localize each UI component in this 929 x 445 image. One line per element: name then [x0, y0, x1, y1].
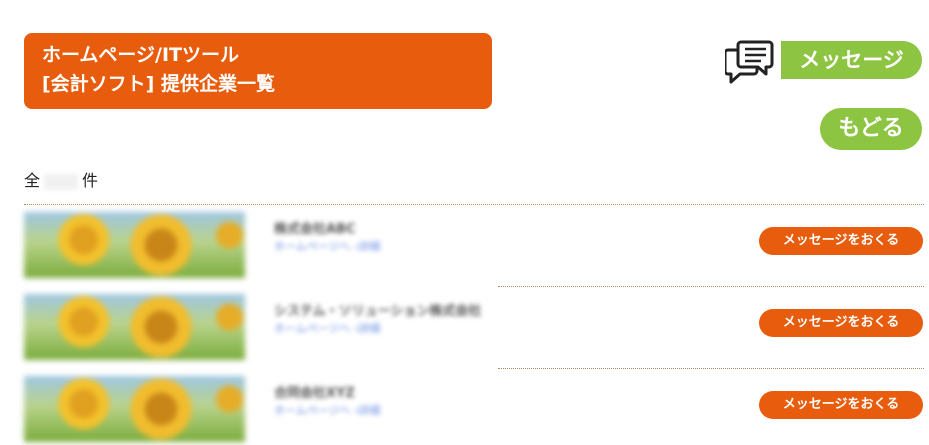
- company-row: 株式会社ABC ホームページへ ›詳細 メッセージをおくる: [24, 212, 924, 280]
- send-message-button[interactable]: メッセージをおくる: [759, 309, 923, 337]
- company-row: 合同会社XYZ ホームページへ ›詳細 メッセージをおくる: [24, 376, 924, 444]
- speech-bubbles-icon: [725, 40, 774, 84]
- divider: [498, 286, 924, 287]
- company-thumbnail[interactable]: [24, 376, 245, 442]
- message-link[interactable]: メッセージ: [725, 38, 925, 84]
- count-value: [44, 173, 79, 190]
- company-homepage-link[interactable]: ホームページへ ›詳細: [274, 320, 380, 336]
- back-button[interactable]: もどる: [820, 108, 922, 150]
- company-name[interactable]: 合同会社XYZ: [274, 382, 355, 401]
- company-row: システム・ソリューション株式会社 ホームページへ ›詳細 メッセージをおくる: [24, 294, 924, 362]
- company-thumbnail[interactable]: [24, 294, 245, 360]
- count-prefix: 全: [24, 171, 41, 190]
- company-thumbnail[interactable]: [24, 212, 245, 278]
- company-homepage-link[interactable]: ホームページへ ›詳細: [274, 238, 380, 254]
- company-homepage-link[interactable]: ホームページへ ›詳細: [274, 402, 380, 418]
- page-title-line2: [会計ソフト] 提供企業一覧: [42, 73, 275, 95]
- page-title: ホームページ/ITツール [会計ソフト] 提供企業一覧: [24, 33, 492, 109]
- divider: [498, 368, 924, 369]
- company-name[interactable]: システム・ソリューション株式会社: [274, 300, 481, 319]
- divider: [24, 204, 924, 205]
- company-name[interactable]: 株式会社ABC: [274, 218, 356, 237]
- count-suffix: 件: [82, 171, 99, 190]
- send-message-button[interactable]: メッセージをおくる: [759, 227, 923, 255]
- page-title-line1: ホームページ/ITツール: [42, 44, 240, 66]
- result-count: 全件: [24, 170, 98, 192]
- message-label[interactable]: メッセージ: [781, 41, 922, 79]
- send-message-button[interactable]: メッセージをおくる: [759, 391, 923, 419]
